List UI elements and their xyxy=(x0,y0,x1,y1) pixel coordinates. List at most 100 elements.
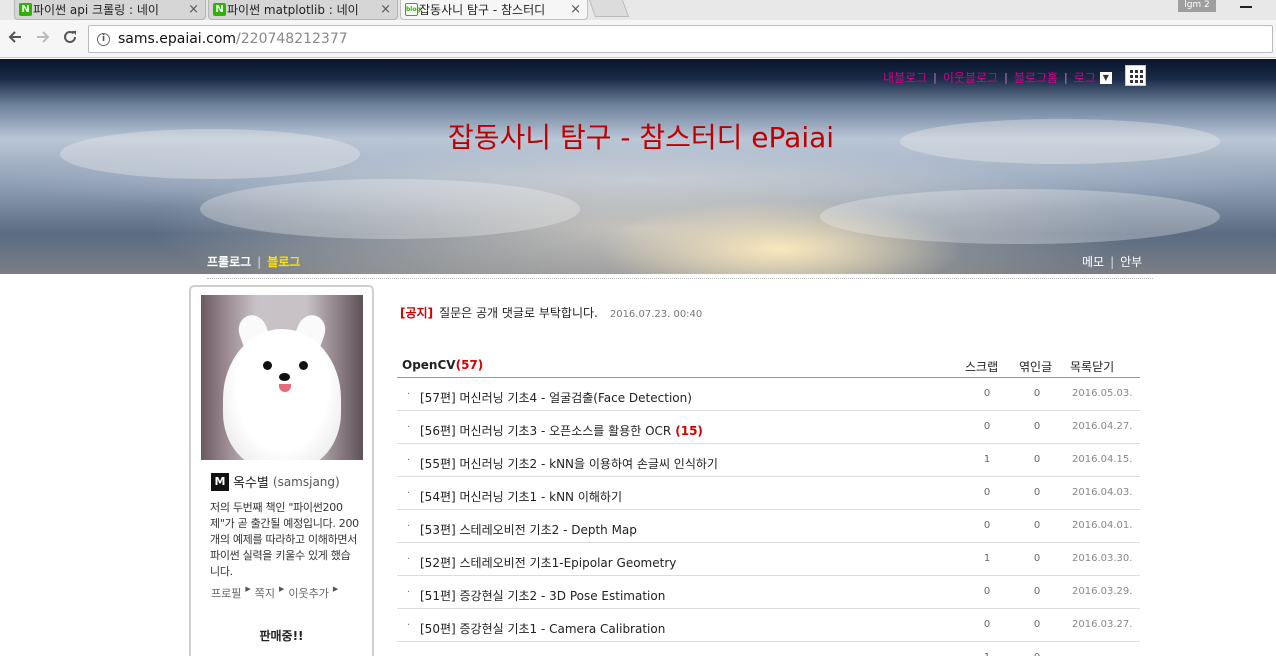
trackback-column-header: 엮인글 xyxy=(1019,360,1053,374)
comment-count: (15) xyxy=(675,424,703,438)
notice: [공지] 질문은 공개 댓글로 부탁합니다. 2016.07.23. 00:40 xyxy=(400,304,702,321)
scrap-count: 0 xyxy=(983,388,991,399)
tab-close-icon[interactable]: × xyxy=(380,2,391,17)
category-name: OpenCV xyxy=(402,358,456,372)
scrap-count: 0 xyxy=(983,586,991,597)
post-row[interactable]: · [54편] 머신러닝 기초1 - kNN 이해하기 0 0 2016.04.… xyxy=(397,477,1140,510)
reload-icon[interactable] xyxy=(60,29,80,49)
blog-title[interactable]: 잡동사니 탐구 - 참스터디 ePaiai xyxy=(448,116,834,156)
profile-photo[interactable] xyxy=(201,295,363,460)
neighbor-blog-link[interactable]: 이웃블로그 xyxy=(943,69,998,86)
trackback-count: 0 xyxy=(1033,619,1041,630)
profile-link[interactable]: 프로필 xyxy=(211,585,241,601)
scrap-count: 0 xyxy=(983,619,991,630)
address-bar[interactable]: i sams.epaiai.com/220748212377 xyxy=(88,25,1273,53)
post-date: 2016.04.03. xyxy=(1072,487,1133,498)
minimize-icon[interactable] xyxy=(1240,6,1252,8)
browser-tab-active[interactable]: blog 잡동사니 탐구 - 참스터디 × xyxy=(400,0,588,20)
author-intro: 저의 두번째 책인 "파이썬200제"가 곧 출간될 예정입니다. 200개의 … xyxy=(210,501,359,578)
login-link[interactable]: 로그 xyxy=(1074,69,1096,86)
post-title-link[interactable]: [56편] 머신러닝 기초3 - 오픈소스를 활용한 OCR (15) xyxy=(420,422,703,439)
author-name: 옥수별 xyxy=(233,476,269,491)
scrap-count: 0 xyxy=(983,487,991,498)
trackback-count: 0 xyxy=(1033,520,1041,531)
arrow-right-icon: ▶ xyxy=(245,585,251,593)
blog-favicon-icon: blog xyxy=(405,3,421,16)
url-host: sams.epaiai.com xyxy=(118,31,237,47)
post-row-partial[interactable]: 1 0 xyxy=(397,642,1140,656)
user-profile-chip[interactable]: lgm 2 xyxy=(1178,0,1216,12)
header-banner-image xyxy=(0,59,1276,274)
arrow-right-icon: ▶ xyxy=(279,585,285,593)
back-icon[interactable] xyxy=(5,29,25,49)
my-blog-link[interactable]: 내블로그 xyxy=(883,69,927,86)
naver-favicon-icon: N xyxy=(213,3,226,16)
post-row[interactable]: · [56편] 머신러닝 기초3 - 오픈소스를 활용한 OCR (15) 0 0… xyxy=(397,411,1140,444)
sale-label[interactable]: 판매중!! xyxy=(191,627,372,644)
profile-links: 프로필 ▶ 쪽지 ▶ 이웃추가 ▶ xyxy=(211,585,342,601)
tab-title: 잡동사니 탐구 - 참스터디 xyxy=(419,3,546,17)
browser-tab-1[interactable]: N 파이썬 api 크롤링 : 네이 × xyxy=(14,0,206,20)
trackback-count: 0 xyxy=(1027,652,1047,656)
scrap-count: 0 xyxy=(983,421,991,432)
post-title-link[interactable]: [51편] 증강현실 기초2 - 3D Pose Estimation xyxy=(420,587,669,604)
post-title-link[interactable]: [54편] 머신러닝 기초1 - kNN 이해하기 xyxy=(420,488,626,505)
divider xyxy=(207,278,1153,279)
post-title-link[interactable]: [50편] 증강현실 기초1 - Camera Calibration xyxy=(420,620,669,637)
browser-tab-2[interactable]: N 파이썬 matplotlib : 네이 × xyxy=(208,0,398,20)
notice-tag: [공지] xyxy=(400,306,434,320)
post-date: 2016.05.03. xyxy=(1072,388,1133,399)
post-row[interactable]: · [50편] 증강현실 기초1 - Camera Calibration 0 … xyxy=(397,609,1140,642)
post-title-link[interactable]: [52편] 스테레오비전 기초1-Epipolar Geometry xyxy=(420,554,680,571)
add-neighbor-link[interactable]: 이웃추가 xyxy=(288,585,328,601)
tab-close-icon[interactable]: × xyxy=(188,2,199,17)
scrap-count: 0 xyxy=(983,520,991,531)
chevron-down-icon[interactable]: ▼ xyxy=(1099,71,1112,84)
post-title-link[interactable]: [57편] 머신러닝 기초4 - 얼굴검출(Face Detection) xyxy=(420,389,696,406)
trackback-count: 0 xyxy=(1033,454,1041,465)
post-list-header: OpenCV(57) 스크랩 엮인글 목록닫기 xyxy=(397,355,1140,378)
apps-grid-icon[interactable] xyxy=(1125,65,1146,86)
author-badge-icon: M xyxy=(211,472,229,491)
browser-toolbar: i sams.epaiai.com/220748212377 xyxy=(0,20,1276,58)
new-tab-button[interactable] xyxy=(588,0,630,17)
scrap-count: 1 xyxy=(977,652,997,656)
info-icon[interactable]: i xyxy=(97,32,110,46)
post-date: 2016.03.27. xyxy=(1072,619,1133,630)
notice-title[interactable]: 질문은 공개 댓글로 부탁합니다. xyxy=(439,304,598,321)
post-row[interactable]: · [51편] 증강현실 기초2 - 3D Pose Estimation 0 … xyxy=(397,576,1140,609)
post-date: 2016.03.29. xyxy=(1072,586,1133,597)
notice-date: 2016.07.23. 00:40 xyxy=(609,309,703,320)
memo-guestbook-nav: 메모 | 안부 xyxy=(1082,253,1143,270)
category-count: (57) xyxy=(455,358,484,372)
post-row[interactable]: · [55편] 머신러닝 기초2 - kNN을 이용하여 손글씨 인식하기 1 … xyxy=(397,444,1140,477)
post-title-link[interactable]: [53편] 스테레오비전 기초2 - Depth Map xyxy=(420,521,641,538)
post-title-link[interactable]: [55편] 머신러닝 기초2 - kNN을 이용하여 손글씨 인식하기 xyxy=(420,455,722,472)
profile-sidebar: M 옥수별 (samsjang) 저의 두번째 책인 "파이썬200제"가 곧 … xyxy=(189,285,374,656)
guestbook-link[interactable]: 안부 xyxy=(1120,253,1142,270)
tab-bar: N 파이썬 api 크롤링 : 네이 × N 파이썬 matplotlib : … xyxy=(0,0,1276,20)
scrap-count: 1 xyxy=(983,454,991,465)
blog-link[interactable]: 블로그 xyxy=(267,253,300,270)
tab-title: 파이썬 api 크롤링 : 네이 xyxy=(33,3,159,17)
author-id: (samsjang) xyxy=(272,474,340,489)
post-row[interactable]: · [52편] 스테레오비전 기초1-Epipolar Geometry 1 0… xyxy=(397,543,1140,576)
category-title: OpenCV(57) xyxy=(402,358,483,372)
post-date: 2016.04.27. xyxy=(1072,421,1133,432)
prologue-link[interactable]: 프롤로그 xyxy=(207,253,251,270)
post-date: 2016.04.01. xyxy=(1072,520,1133,531)
message-link[interactable]: 쪽지 xyxy=(255,585,275,601)
memo-link[interactable]: 메모 xyxy=(1082,253,1104,270)
close-list-button[interactable]: 목록닫기 xyxy=(1070,358,1114,375)
post-date: 2016.03.30. xyxy=(1072,553,1133,564)
scrap-column-header: 스크랩 xyxy=(965,360,999,374)
top-menu: 내블로그 | 이웃블로그 | 블로그홈 | 로그 ▼ xyxy=(883,69,1112,86)
trackback-count: 0 xyxy=(1033,388,1041,399)
post-row[interactable]: · [53편] 스테레오비전 기초2 - Depth Map 0 0 2016.… xyxy=(397,510,1140,543)
tab-close-icon[interactable]: × xyxy=(570,2,581,17)
post-date: 2016.04.15. xyxy=(1072,454,1133,465)
post-row[interactable]: · [57편] 머신러닝 기초4 - 얼굴검출(Face Detection) … xyxy=(397,378,1140,411)
arrow-right-icon: ▶ xyxy=(332,585,339,593)
forward-icon[interactable] xyxy=(33,29,53,49)
blog-home-link[interactable]: 블로그홈 xyxy=(1014,69,1058,86)
